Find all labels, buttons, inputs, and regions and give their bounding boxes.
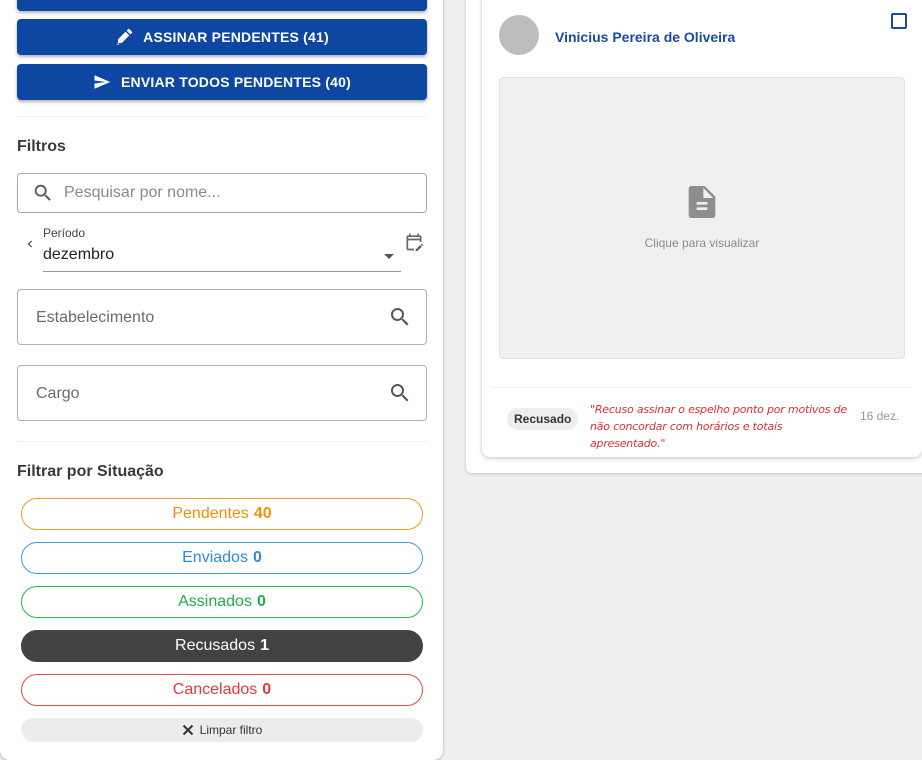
card-date: 16 dez. [860,409,900,423]
status-filter-title: Filtrar por Situação [17,463,164,480]
send-icon [94,75,111,89]
chip-count: 40 [253,505,272,522]
period-selector[interactable]: Período dezembro [17,225,427,275]
clear-filter-button[interactable]: Limpar filtro [21,718,423,742]
sign-pending-label: ASSINAR PENDENTES (41) [143,29,329,45]
refusal-reason: "Recuso assinar o espelho ponto por moti… [590,403,847,450]
divider [17,441,427,442]
chip-count: 0 [256,593,266,610]
chevron-left-icon[interactable] [23,237,37,251]
status-chip-recusados[interactable]: Recusados 1 [21,630,423,662]
chip-label: Recusados [175,637,256,654]
select-checkbox[interactable] [891,13,907,29]
establishment-label: Estabelecimento [36,309,155,326]
role-label: Cargo [36,385,80,402]
search-icon [34,184,51,201]
chip-label: Pendentes [172,505,249,522]
role-field[interactable]: Cargo [17,365,427,421]
signature-pen-icon [116,28,133,45]
status-chip-pendentes[interactable]: Pendentes 40 [21,498,423,530]
chip-label: Assinados [178,593,252,610]
clear-filter-label: Limpar filtro [199,723,263,737]
send-all-pending-button[interactable]: ENVIAR TODOS PENDENTES (40) [17,64,427,100]
status-badge: Recusado [507,408,579,430]
divider [17,116,427,117]
search-input[interactable] [64,184,404,202]
name-search-field[interactable] [17,173,427,213]
top-action-button[interactable] [17,0,427,11]
close-icon [182,724,193,736]
sign-pending-button[interactable]: ASSINAR PENDENTES (41) [17,19,427,55]
filters-title: Filtros [17,138,66,155]
status-chip-assinados[interactable]: Assinados 0 [21,586,423,618]
employee-name[interactable]: Vinicius Pereira de Oliveira [555,29,735,45]
status-chip-cancelados[interactable]: Cancelados 0 [21,674,423,706]
establishment-field[interactable]: Estabelecimento [17,289,427,345]
send-all-pending-label: ENVIAR TODOS PENDENTES (40) [121,74,351,90]
period-underline [43,271,401,272]
chip-label: Cancelados [172,681,258,698]
chip-count: 1 [260,637,269,654]
period-value[interactable]: dezembro [43,246,114,264]
period-label: Período [43,226,86,240]
divider [492,387,912,388]
chip-label: Enviados [182,549,248,566]
document-icon [688,186,716,218]
avatar [499,15,539,55]
status-chip-enviados[interactable]: Enviados 0 [21,542,423,574]
chip-count: 0 [262,681,272,698]
search-icon[interactable] [388,381,412,405]
chip-count: 0 [252,549,262,566]
chevron-down-icon[interactable] [384,254,394,259]
document-preview[interactable]: Clique para visualizar [499,77,905,359]
preview-hint: Clique para visualizar [644,236,760,250]
calendar-edit-icon[interactable] [404,232,424,252]
search-icon[interactable] [388,305,412,329]
